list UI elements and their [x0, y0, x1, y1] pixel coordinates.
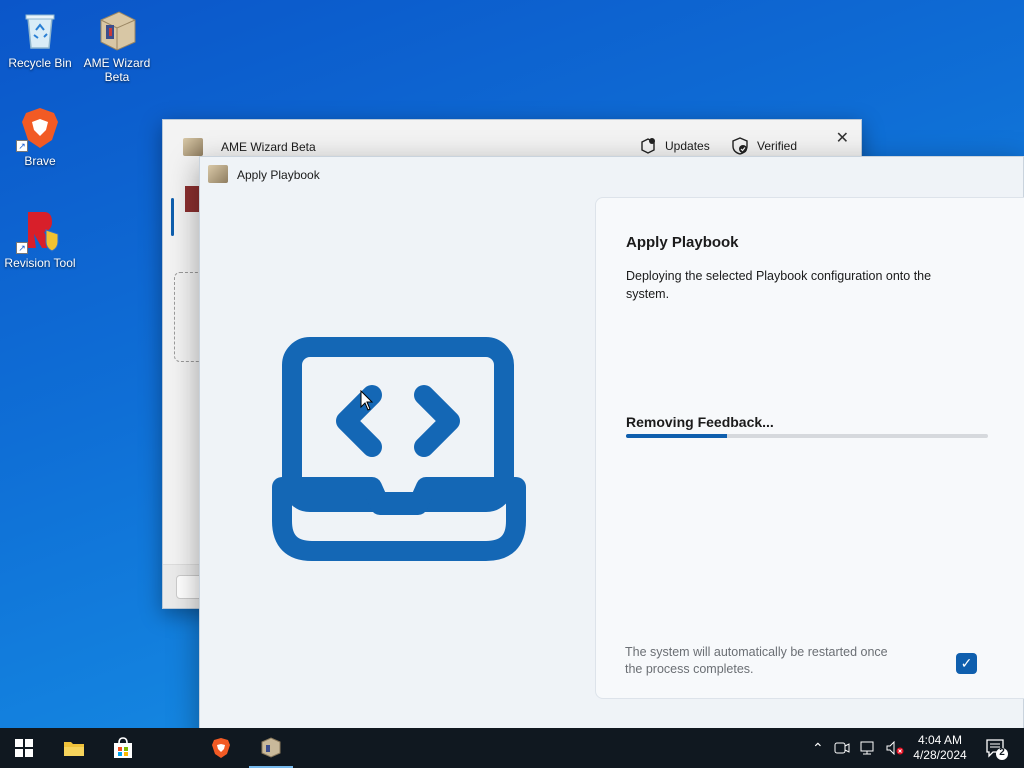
dialog-app-icon [208, 165, 228, 183]
apply-playbook-dialog: Apply Playbook Apply Playbook Deploying … [199, 156, 1024, 740]
updates-label: Updates [665, 139, 710, 153]
progress-panel: Apply Playbook Deploying the selected Pl… [595, 197, 1024, 699]
window-title: AME Wizard Beta [221, 140, 316, 154]
recycle-bin-icon [18, 8, 62, 52]
desktop-icon-revision-tool[interactable]: ↗ Revision Tool [0, 208, 80, 270]
ame-wizard-app-icon [183, 138, 203, 156]
desktop-icon-ame-wizard[interactable]: AME Wizard Beta [77, 8, 157, 84]
progress-bar [626, 434, 988, 438]
nav-selection-indicator [171, 198, 174, 236]
clock-date: 4/28/2024 [913, 748, 967, 762]
folder-icon [64, 742, 84, 756]
desktop-icon-recycle-bin[interactable]: Recycle Bin [0, 8, 80, 70]
windows-logo-icon [15, 739, 33, 757]
progress-bar-fill [626, 434, 728, 438]
shortcut-arrow-icon: ↗ [16, 140, 28, 152]
action-center-button[interactable]: 2 [984, 736, 1008, 760]
dialog-title: Apply Playbook [237, 168, 320, 182]
volume-muted-icon[interactable] [886, 741, 904, 755]
chevron-up-icon[interactable]: ⌃ [812, 740, 824, 757]
laptop-code-icon [272, 337, 526, 561]
ame-wizard-icon [261, 737, 281, 758]
panel-description: Deploying the selected Playbook configur… [626, 269, 932, 301]
network-icon[interactable] [860, 741, 876, 755]
start-button[interactable] [2, 728, 46, 768]
taskbar-clock[interactable]: 4:04 AM 4/28/2024 [904, 733, 976, 763]
system-tray: ⌃ [812, 728, 904, 768]
shortcut-arrow-icon: ↗ [16, 242, 28, 254]
restart-checkbox[interactable]: ✓ [956, 653, 977, 674]
check-icon: ✓ [960, 655, 973, 671]
store-bag-icon [114, 737, 132, 758]
desktop-icon-label: Revision Tool [4, 256, 76, 270]
mouse-cursor-icon [360, 390, 374, 411]
taskbar-ame-wizard[interactable] [249, 728, 293, 768]
verified-label: Verified [757, 139, 798, 153]
ame-wizard-icon [95, 8, 139, 52]
meet-now-icon[interactable] [834, 741, 850, 755]
brave-icon: ↗ [16, 106, 62, 152]
taskbar: ⌃ 4:04 AM 4/28/2024 2 [0, 728, 1024, 768]
taskbar-file-explorer[interactable] [52, 728, 96, 768]
taskbar-brave[interactable] [199, 728, 243, 768]
restart-note: The system will automatically be restart… [625, 645, 888, 676]
desktop-icon-label: Brave [24, 154, 56, 168]
revision-tool-icon: ↗ [16, 208, 62, 254]
desktop-icon-brave[interactable]: ↗ Brave [0, 106, 80, 168]
verified-shield-icon [732, 137, 748, 155]
taskbar-store[interactable] [101, 728, 145, 768]
status-text: Removing Feedback... [626, 414, 774, 430]
updates-icon [641, 138, 655, 154]
notification-count: 2 [999, 747, 1005, 758]
panel-heading: Apply Playbook [626, 234, 739, 251]
close-icon[interactable]: ✕ [836, 128, 849, 148]
desktop-icon-label: AME Wizard Beta [83, 56, 151, 84]
clock-time: 4:04 AM [917, 733, 963, 747]
brave-icon [212, 738, 230, 758]
desktop-icon-label: Recycle Bin [8, 56, 72, 70]
